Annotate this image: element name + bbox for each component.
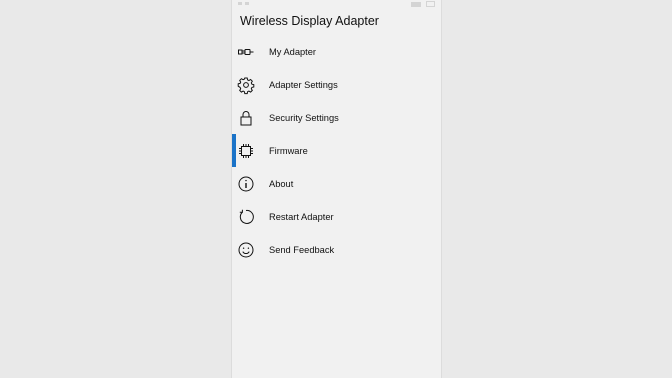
selection-indicator bbox=[232, 134, 236, 167]
info-icon bbox=[237, 175, 255, 193]
selection-indicator bbox=[232, 233, 236, 266]
notification-icon bbox=[245, 2, 249, 5]
menu-item-label: My Adapter bbox=[269, 46, 317, 57]
status-bar bbox=[232, 0, 441, 9]
menu-item-label: About bbox=[269, 178, 294, 189]
selection-indicator bbox=[232, 35, 236, 68]
adapter-plug-icon bbox=[237, 43, 255, 61]
menu-item-my-adapter[interactable]: My Adapter bbox=[232, 35, 441, 68]
lock-icon bbox=[237, 109, 255, 127]
battery-icon bbox=[426, 1, 435, 7]
menu-item-label: Security Settings bbox=[269, 112, 339, 123]
menu-item-send-feedback[interactable]: Send Feedback bbox=[232, 233, 441, 266]
nav-menu: My Adapter Adapter Settings Security Set… bbox=[232, 35, 441, 266]
selection-indicator bbox=[232, 167, 236, 200]
chip-icon bbox=[237, 142, 255, 160]
menu-item-label: Send Feedback bbox=[269, 244, 335, 255]
restart-icon bbox=[237, 208, 255, 226]
notification-icon bbox=[238, 2, 242, 5]
app-window: Wireless Display Adapter My Adapter Adap… bbox=[231, 0, 442, 378]
smiley-icon bbox=[237, 241, 255, 259]
app-title: Wireless Display Adapter bbox=[240, 14, 379, 28]
signal-icon bbox=[411, 1, 421, 7]
selection-indicator bbox=[232, 200, 236, 233]
menu-item-label: Adapter Settings bbox=[269, 79, 338, 90]
menu-item-about[interactable]: About bbox=[232, 167, 441, 200]
menu-item-firmware[interactable]: Firmware bbox=[232, 134, 441, 167]
selection-indicator bbox=[232, 101, 236, 134]
status-icons-left bbox=[238, 2, 249, 5]
menu-item-adapter-settings[interactable]: Adapter Settings bbox=[232, 68, 441, 101]
gear-icon bbox=[237, 76, 255, 94]
menu-item-restart-adapter[interactable]: Restart Adapter bbox=[232, 200, 441, 233]
menu-item-label: Restart Adapter bbox=[269, 211, 334, 222]
menu-item-security-settings[interactable]: Security Settings bbox=[232, 101, 441, 134]
selection-indicator bbox=[232, 68, 236, 101]
status-icons-right bbox=[411, 1, 435, 7]
menu-item-label: Firmware bbox=[269, 145, 308, 156]
